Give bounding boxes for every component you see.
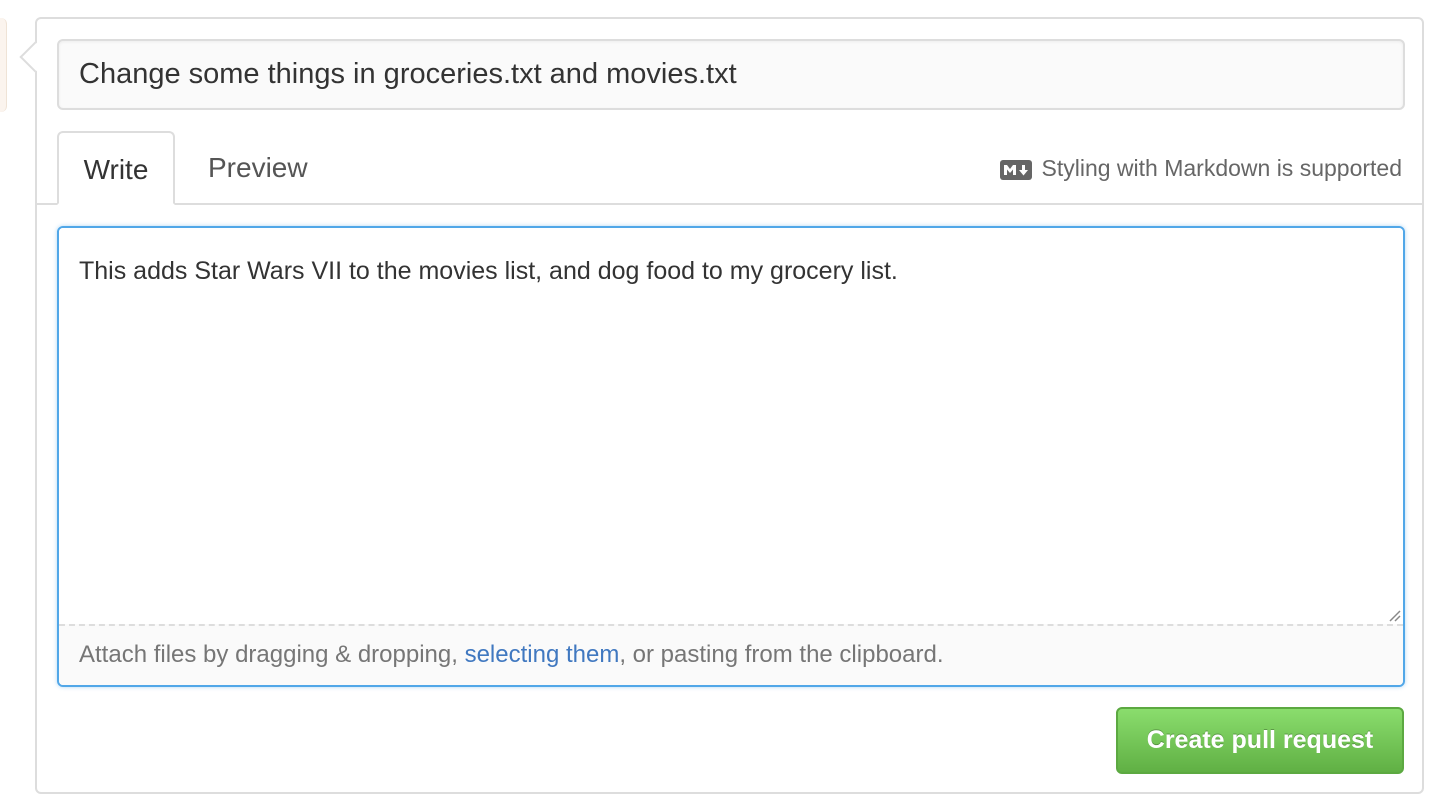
comment-editor: This adds Star Wars VII to the movies li…: [57, 226, 1405, 687]
avatar: [0, 18, 7, 112]
panel-arrow: [19, 41, 51, 73]
markdown-help-link[interactable]: Styling with Markdown is supported: [999, 155, 1403, 182]
tab-preview[interactable]: Preview: [208, 131, 328, 205]
markdown-icon: [999, 159, 1032, 180]
create-pull-request-button[interactable]: Create pull request: [1116, 707, 1404, 774]
markdown-note-text: Styling with Markdown is supported: [1041, 155, 1403, 181]
editor-tabnav: Write Preview Styling with Markdown is s…: [37, 131, 1422, 205]
select-files-link[interactable]: selecting them: [465, 641, 620, 668]
attach-prefix-text: Attach files by dragging & dropping,: [79, 641, 465, 668]
pull-request-title-input[interactable]: [57, 39, 1405, 110]
attach-suffix-text: , or pasting from the clipboard.: [619, 641, 944, 668]
pull-request-form: Write Preview Styling with Markdown is s…: [19, 17, 1424, 794]
attach-files-bar[interactable]: Attach files by dragging & dropping, sel…: [59, 624, 1403, 685]
tab-write[interactable]: Write: [57, 131, 175, 205]
resize-grip-icon[interactable]: [1387, 608, 1401, 622]
pull-request-body-textarea[interactable]: This adds Star Wars VII to the movies li…: [59, 228, 1403, 624]
